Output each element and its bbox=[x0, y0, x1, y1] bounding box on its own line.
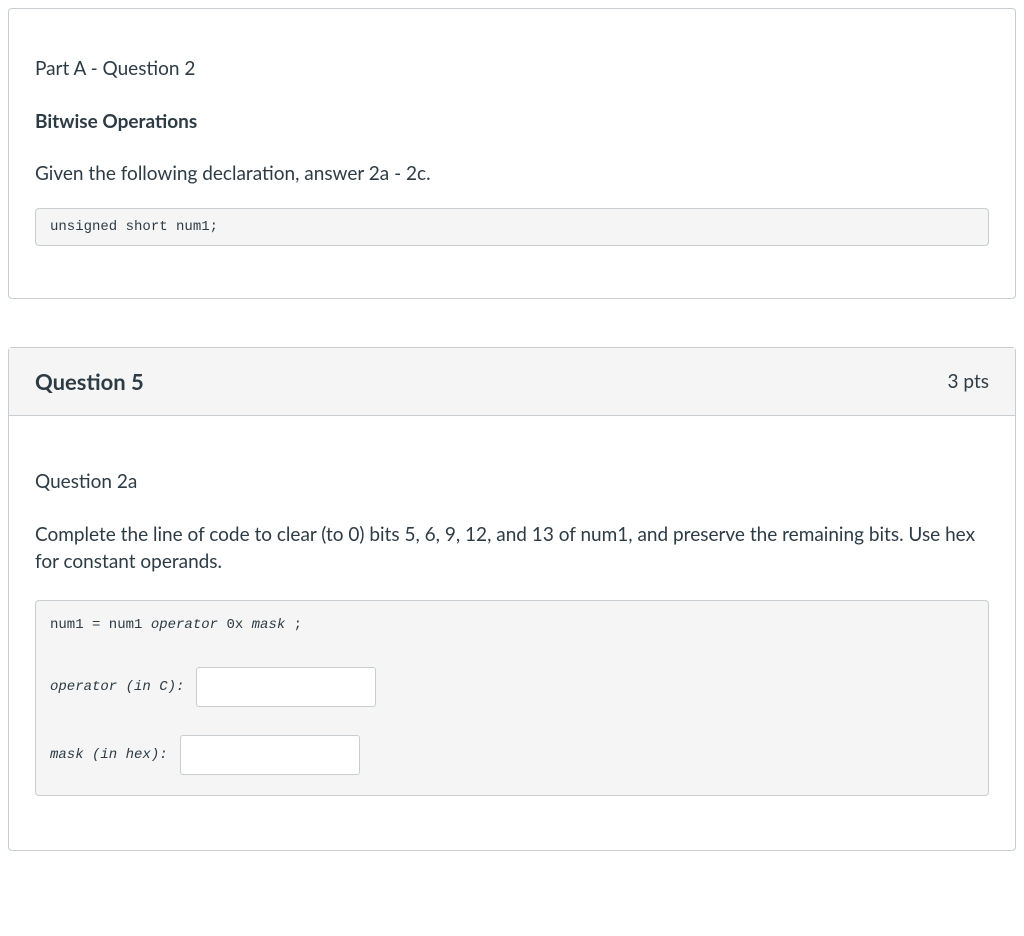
answer-block: num1 = num1 operator 0x mask ; operator … bbox=[35, 600, 989, 796]
section-title: Bitwise Operations bbox=[35, 110, 989, 133]
operator-input[interactable] bbox=[196, 667, 376, 707]
context-card: Part A - Question 2 Bitwise Operations G… bbox=[8, 8, 1016, 299]
operator-label: operator (in C): bbox=[50, 679, 184, 695]
mask-row: mask (in hex): bbox=[50, 707, 974, 775]
question-number: Question 5 bbox=[35, 368, 144, 395]
mask-label: mask (in hex): bbox=[50, 747, 168, 763]
context-text: Given the following declaration, answer … bbox=[35, 161, 989, 188]
expr-mid: 0x bbox=[218, 617, 252, 633]
context-card-body: Part A - Question 2 Bitwise Operations G… bbox=[9, 9, 1015, 298]
question-body: Question 2a Complete the line of code to… bbox=[9, 416, 1015, 850]
question-points: 3 pts bbox=[948, 370, 989, 393]
question-prompt: Complete the line of code to clear (to 0… bbox=[35, 521, 989, 576]
subquestion-title: Question 2a bbox=[35, 470, 989, 493]
expression-line: num1 = num1 operator 0x mask ; bbox=[50, 611, 974, 657]
question-card: Question 5 3 pts Question 2a Complete th… bbox=[8, 347, 1016, 851]
operator-row: operator (in C): bbox=[50, 657, 974, 707]
expr-mask-word: mask bbox=[252, 617, 286, 633]
mask-input[interactable] bbox=[180, 735, 360, 775]
part-title: Part A - Question 2 bbox=[35, 57, 989, 80]
question-header: Question 5 3 pts bbox=[9, 348, 1015, 416]
declaration-code-block: unsigned short num1; bbox=[35, 208, 989, 246]
expr-operator-word: operator bbox=[151, 617, 218, 633]
expr-suffix: ; bbox=[285, 617, 302, 633]
expr-prefix: num1 = num1 bbox=[50, 617, 151, 633]
